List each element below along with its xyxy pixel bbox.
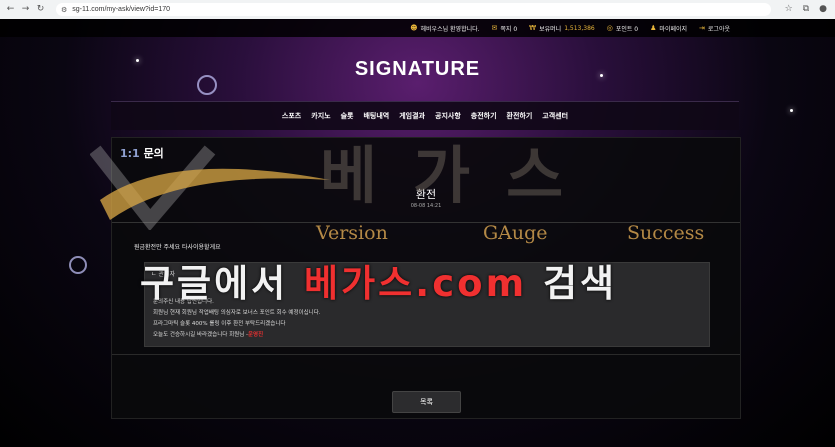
watermark-logo-swoosh [90,145,330,230]
browser-toolbar: ← → ↻ ⚙ sg-11.com/my-ask/view?id=170 ☆ ⧉… [0,0,835,20]
extensions-icon[interactable]: ⧉ [803,4,809,14]
menu-item-slot[interactable]: 슬롯 [341,111,354,121]
bookmark-star-icon[interactable]: ☆ [785,4,793,14]
reload-icon[interactable]: ↻ [36,5,45,14]
list-button[interactable]: 목록 [392,391,461,413]
points-link[interactable]: ◎ 포인트 0 [607,24,638,33]
menu-item-bet-history[interactable]: 배팅내역 [363,111,389,121]
watermark-gauge: GAuge [483,222,548,244]
site-info-icon[interactable]: ⚙ [61,6,67,14]
menu-item-game-results[interactable]: 게임결과 [399,111,425,121]
forward-icon[interactable]: → [21,5,30,14]
logout-link[interactable]: ⇥ 로그아웃 [699,24,730,33]
watermark-version: Version [316,222,388,244]
inquiry-question: 원금환전만 주세요 타사이용할게요 [134,244,221,251]
money-display: ₩ 보유머니 1,513,386 [529,24,595,33]
menu-item-notice[interactable]: 공지사항 [435,111,461,121]
watermark-search-banner: 구글에서 베가스.com 검색 [140,262,618,305]
mypage-link[interactable]: ♟ 마이페이지 [650,24,687,33]
menu-item-deposit[interactable]: 충전하기 [471,111,497,121]
site-logo[interactable]: SIGNATURE [0,58,835,81]
watermark-brand: 베가스 [320,139,600,212]
mail-icon: ✉ [491,24,498,32]
money-value: 1,513,386 [564,24,595,32]
answer-signature: 운영진 [248,332,264,338]
user-icon: ♟ [650,24,657,32]
decor-circle [69,256,87,274]
user-bar: ☻ 헤비우스님 환영합니다. ✉ 쪽지 0 ₩ 보유머니 1,513,386 ◎ 포인트 … [0,19,835,37]
watermark-success: Success [627,222,705,244]
decor-sparkle [790,109,793,112]
back-icon[interactable]: ← [6,5,15,14]
menu-item-withdraw[interactable]: 환전하기 [507,111,533,121]
menu-item-sports[interactable]: 스포츠 [282,111,301,121]
address-bar[interactable]: ⚙ sg-11.com/my-ask/view?id=170 [56,3,771,16]
won-icon: ₩ [529,24,537,32]
logout-icon: ⇥ [699,24,705,32]
avatar-icon: ☻ [410,24,418,32]
messages-link[interactable]: ✉ 쪽지 0 [492,24,518,33]
coin-icon: ◎ [606,24,613,32]
profile-icon[interactable]: ● [819,4,827,14]
menu-item-casino[interactable]: 카지노 [311,111,330,121]
divider [112,354,740,355]
menu-item-support[interactable]: 고객센터 [542,111,568,121]
url-text[interactable]: sg-11.com/my-ask/view?id=170 [72,6,170,13]
welcome-text: 헤비우스님 환영합니다. [420,25,480,33]
